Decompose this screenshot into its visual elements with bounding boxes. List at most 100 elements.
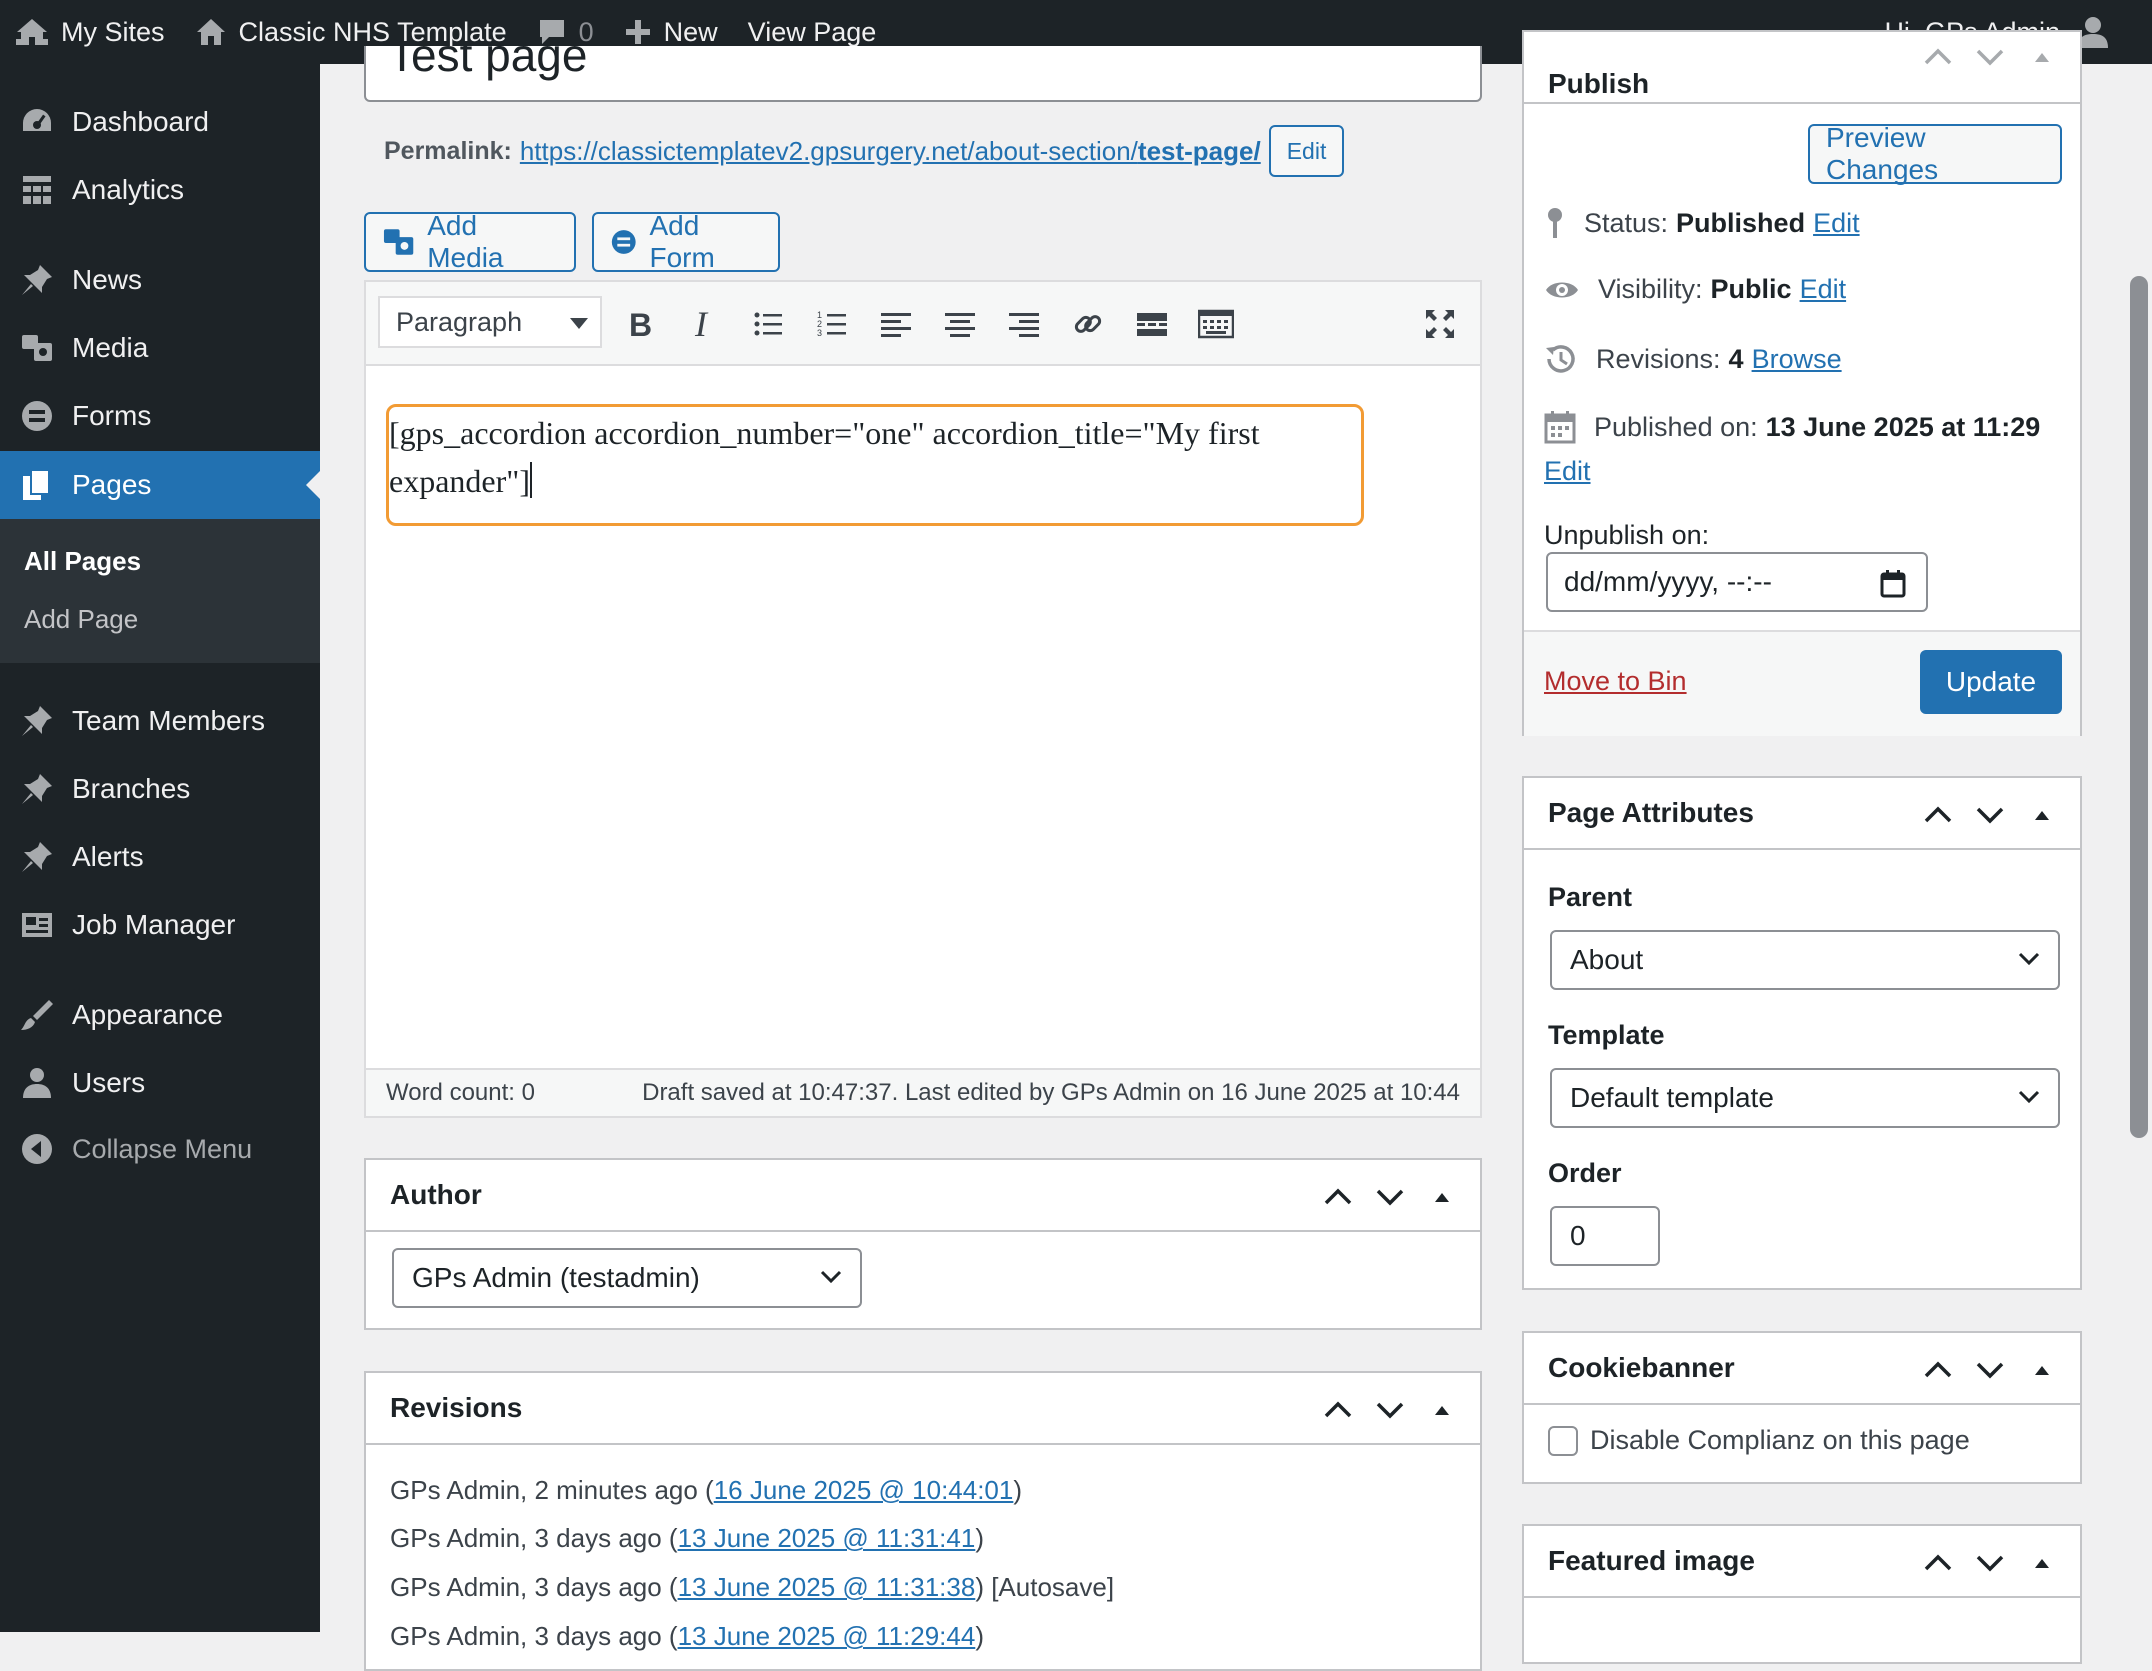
order-input[interactable]: 0	[1550, 1206, 1660, 1266]
draft-status: Draft saved at 10:47:37. Last edited by …	[642, 1079, 1460, 1106]
publish-box-header: Publish	[1524, 32, 2080, 104]
move-down-button[interactable]	[1964, 38, 2016, 76]
move-down-button[interactable]	[1964, 796, 2016, 834]
parent-select[interactable]: About	[1550, 930, 2060, 990]
sidebar-item-appearance[interactable]: Appearance	[0, 981, 320, 1049]
move-up-button[interactable]	[1912, 1351, 1964, 1389]
order-input-value: 0	[1570, 1220, 1586, 1251]
bullet-list-button[interactable]	[744, 300, 792, 348]
sidebar-item-alerts[interactable]: Alerts	[0, 823, 320, 891]
triangle-up-icon	[1435, 1193, 1449, 1202]
format-select[interactable]: Paragraph	[378, 296, 602, 348]
toggle-panel-button[interactable]	[2016, 1351, 2068, 1389]
browse-revisions-link[interactable]: Browse	[1752, 344, 1842, 375]
accordion-shortcode-block[interactable]: [gps_accordion accordion_number="one" ac…	[386, 404, 1364, 526]
toggle-panel-button[interactable]	[2016, 38, 2068, 76]
home-icon	[196, 19, 225, 45]
link-icon	[1074, 315, 1102, 333]
revision-link[interactable]: 13 June 2025 @ 11:29:44	[678, 1621, 976, 1651]
status-value: Published	[1676, 207, 1806, 238]
add-media-button[interactable]: Add Media	[364, 210, 576, 273]
preview-changes-button[interactable]: Preview Changes	[1808, 122, 2062, 185]
move-down-button[interactable]	[1364, 1391, 1416, 1429]
move-up-button[interactable]	[1912, 796, 1964, 834]
sidebar-item-media[interactable]: Media	[0, 314, 320, 382]
triangle-up-icon	[1435, 1406, 1449, 1415]
plus-icon	[625, 20, 650, 44]
update-button[interactable]: Update	[1920, 650, 2062, 714]
read-more-button[interactable]	[1128, 300, 1176, 348]
sidebar-item-dashboard[interactable]: Dashboard	[0, 88, 320, 156]
media-icon	[383, 229, 414, 255]
author-box-header: Author	[366, 1160, 1480, 1232]
sidebar-item-users[interactable]: Users	[0, 1049, 320, 1117]
box-handle-actions	[1312, 1391, 1468, 1429]
collapse-icon	[18, 1130, 56, 1168]
toggle-panel-button[interactable]	[2016, 1544, 2068, 1582]
sidebar-item-job-manager[interactable]: Job Manager	[0, 891, 320, 959]
editor-content-area[interactable]: [gps_accordion accordion_number="one" ac…	[366, 366, 1480, 1066]
bold-button[interactable]: B	[616, 300, 664, 348]
toggle-panel-button[interactable]	[1416, 1178, 1468, 1216]
pin-icon	[18, 702, 56, 740]
sidebar-collapse-menu[interactable]: Collapse Menu	[0, 1115, 320, 1183]
revision-link[interactable]: 16 June 2025 @ 10:44:01	[714, 1475, 1014, 1505]
insert-link-button[interactable]	[1064, 300, 1112, 348]
toggle-panel-button[interactable]	[1416, 1391, 1468, 1429]
author-select-value: GPs Admin (testadmin)	[412, 1262, 700, 1293]
page-attributes-box: Page Attributes Parent About Template De…	[1522, 776, 2082, 1290]
move-up-button[interactable]	[1912, 38, 1964, 76]
revision-link[interactable]: 13 June 2025 @ 11:31:38	[678, 1572, 976, 1602]
published-edit-link[interactable]: Edit	[1544, 456, 1591, 487]
add-form-button[interactable]: Add Form	[592, 210, 780, 273]
italic-icon: I	[694, 308, 709, 340]
align-center-button[interactable]	[936, 300, 984, 348]
permalink-link[interactable]: https://classictemplatev2.gpsurgery.net/…	[520, 136, 1261, 167]
sidebar-item-pages[interactable]: Pages	[0, 451, 320, 519]
move-down-button[interactable]	[1964, 1544, 2016, 1582]
move-up-button[interactable]	[1312, 1178, 1364, 1216]
revision-suffix: )	[975, 1621, 984, 1651]
fullscreen-button[interactable]	[1416, 300, 1464, 348]
sidebar-item-team-members[interactable]: Team Members	[0, 687, 320, 755]
submenu-add-page[interactable]: Add Page	[24, 604, 138, 635]
move-down-button[interactable]	[1364, 1178, 1416, 1216]
align-right-button[interactable]	[1000, 300, 1048, 348]
sidebar-item-news[interactable]: News	[0, 246, 320, 314]
unpublish-date-input[interactable]: dd/mm/yyyy, --:--	[1546, 552, 1928, 612]
revision-meta: GPs Admin, 2 minutes ago (	[390, 1475, 714, 1505]
my-sites-menu[interactable]: My Sites	[0, 0, 180, 64]
revision-link[interactable]: 13 June 2025 @ 11:31:41	[678, 1523, 976, 1553]
move-to-bin-link[interactable]: Move to Bin	[1544, 666, 1687, 697]
sidebar-item-analytics[interactable]: Analytics	[0, 156, 320, 224]
sidebar-item-label: Job Manager	[72, 909, 236, 940]
pages-icon	[18, 466, 56, 504]
chevron-down-icon	[1976, 807, 2004, 824]
author-select[interactable]: GPs Admin (testadmin)	[392, 1248, 862, 1308]
post-title-input[interactable]: Test page	[364, 46, 1482, 102]
revision-item: GPs Admin, 2 minutes ago (16 June 2025 @…	[390, 1475, 1022, 1506]
svg-text:I: I	[694, 308, 709, 340]
toggle-panel-button[interactable]	[2016, 796, 2068, 834]
move-down-button[interactable]	[1964, 1351, 2016, 1389]
disable-complianz-checkbox[interactable]	[1548, 1425, 1578, 1456]
revision-suffix: )	[1013, 1475, 1023, 1505]
status-edit-link[interactable]: Edit	[1813, 208, 1860, 239]
submenu-all-pages[interactable]: All Pages	[24, 546, 141, 577]
caret-down-icon	[570, 318, 588, 329]
calendar-icon[interactable]	[1880, 570, 1906, 598]
align-left-button[interactable]	[872, 300, 920, 348]
page-scrollbar-thumb[interactable]	[2130, 276, 2148, 1138]
box-handle-actions	[1912, 1544, 2068, 1582]
sidebar-item-forms[interactable]: Forms	[0, 382, 320, 450]
move-up-button[interactable]	[1312, 1391, 1364, 1429]
permalink-edit-button[interactable]: Edit	[1268, 125, 1345, 177]
numbered-list-button[interactable]: 123	[808, 300, 856, 348]
toolbar-toggle-button[interactable]	[1192, 300, 1240, 348]
move-up-button[interactable]	[1912, 1544, 1964, 1582]
author-box: Author GPs Admin (testadmin)	[364, 1158, 1482, 1330]
template-select[interactable]: Default template	[1550, 1068, 2060, 1128]
visibility-edit-link[interactable]: Edit	[1800, 274, 1847, 305]
sidebar-item-branches[interactable]: Branches	[0, 755, 320, 823]
italic-button[interactable]: I	[680, 300, 728, 348]
